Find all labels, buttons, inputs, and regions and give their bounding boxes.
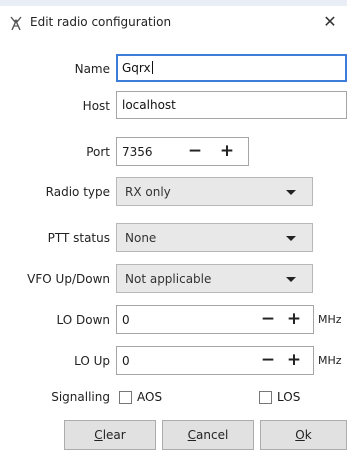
clear-label: lear — [102, 428, 126, 442]
lo-up-spinbox[interactable]: 0 − + — [116, 346, 314, 375]
port-increment-button[interactable]: + — [215, 138, 239, 165]
lo-down-label: LO Down — [56, 313, 110, 327]
host-row: Host localhost — [0, 91, 347, 121]
name-value: Gqrx — [122, 61, 151, 75]
signalling-label: Signalling — [51, 390, 110, 404]
los-checkbox[interactable] — [259, 391, 272, 404]
lo-up-decrement-button[interactable]: − — [256, 347, 280, 374]
clear-button[interactable]: Clear — [64, 420, 156, 450]
lo-down-decrement-button[interactable]: − — [256, 306, 280, 333]
lo-down-unit: MHz — [318, 313, 342, 326]
ptt-status-dropdown[interactable]: None — [116, 223, 313, 252]
radio-type-dropdown[interactable]: RX only — [116, 177, 313, 206]
port-decrement-button[interactable]: − — [183, 138, 207, 165]
vfo-updown-value: Not applicable — [125, 272, 212, 286]
chevron-down-icon — [286, 277, 296, 282]
button-bar: Clear Cancel Ok — [0, 420, 347, 450]
cancel-label: ancel — [196, 428, 229, 442]
title-bar[interactable]: Edit radio configuration ✕ — [0, 6, 347, 38]
port-row: Port 7356 − + — [0, 137, 347, 167]
host-field[interactable]: localhost — [116, 91, 347, 119]
text-caret — [151, 61, 153, 74]
host-label: Host — [82, 99, 110, 113]
aos-label[interactable]: AOS — [137, 390, 162, 404]
lo-up-unit: MHz — [318, 354, 342, 367]
ptt-status-row: PTT status None — [0, 223, 347, 253]
port-label: Port — [86, 145, 110, 159]
vfo-updown-row: VFO Up/Down Not applicable — [0, 264, 347, 294]
name-label: Name — [74, 62, 110, 76]
lo-down-row: LO Down 0 − + MHz — [0, 305, 347, 335]
ok-label: k — [304, 428, 312, 442]
ok-button[interactable]: Ok — [260, 420, 347, 450]
cancel-button[interactable]: Cancel — [162, 420, 254, 450]
window-title: Edit radio configuration — [30, 15, 172, 29]
lo-up-value: 0 — [122, 354, 130, 368]
host-value: localhost — [122, 98, 176, 112]
radio-type-label: Radio type — [45, 185, 110, 199]
signalling-row: Signalling AOS LOS — [0, 388, 347, 408]
lo-down-value: 0 — [122, 313, 130, 327]
ptt-status-label: PTT status — [47, 231, 110, 245]
lo-up-increment-button[interactable]: + — [282, 347, 306, 374]
lo-down-spinbox[interactable]: 0 − + — [116, 305, 314, 334]
vfo-updown-label: VFO Up/Down — [27, 272, 110, 286]
port-spinbox[interactable]: 7356 − + — [116, 137, 249, 166]
ptt-status-value: None — [125, 231, 157, 245]
lo-down-increment-button[interactable]: + — [282, 306, 306, 333]
name-row: Name Gqrx — [0, 54, 347, 84]
cancel-mnemonic: C — [187, 428, 197, 442]
port-value: 7356 — [122, 145, 153, 159]
lo-up-label: LO Up — [74, 354, 110, 368]
chevron-down-icon — [286, 190, 296, 195]
los-label[interactable]: LOS — [277, 390, 300, 404]
radio-tower-icon — [10, 16, 22, 31]
ok-mnemonic: O — [295, 428, 305, 442]
close-button[interactable]: ✕ — [319, 11, 341, 33]
close-icon: ✕ — [323, 12, 337, 31]
lo-up-row: LO Up 0 − + MHz — [0, 346, 347, 376]
name-field[interactable]: Gqrx — [116, 54, 347, 82]
vfo-updown-dropdown[interactable]: Not applicable — [116, 264, 313, 293]
chevron-down-icon — [286, 236, 296, 241]
radio-type-row: Radio type RX only — [0, 177, 347, 207]
clear-mnemonic: C — [94, 428, 103, 442]
aos-checkbox[interactable] — [119, 391, 132, 404]
radio-type-value: RX only — [125, 185, 171, 199]
